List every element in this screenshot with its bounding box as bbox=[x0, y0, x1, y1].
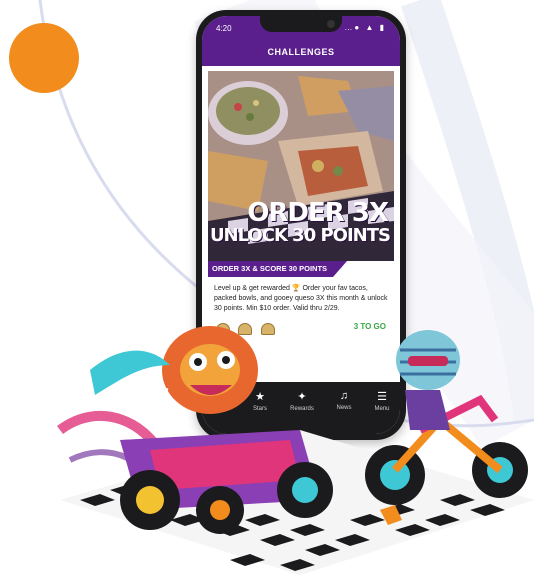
racing-characters-illustration bbox=[57, 326, 534, 575]
